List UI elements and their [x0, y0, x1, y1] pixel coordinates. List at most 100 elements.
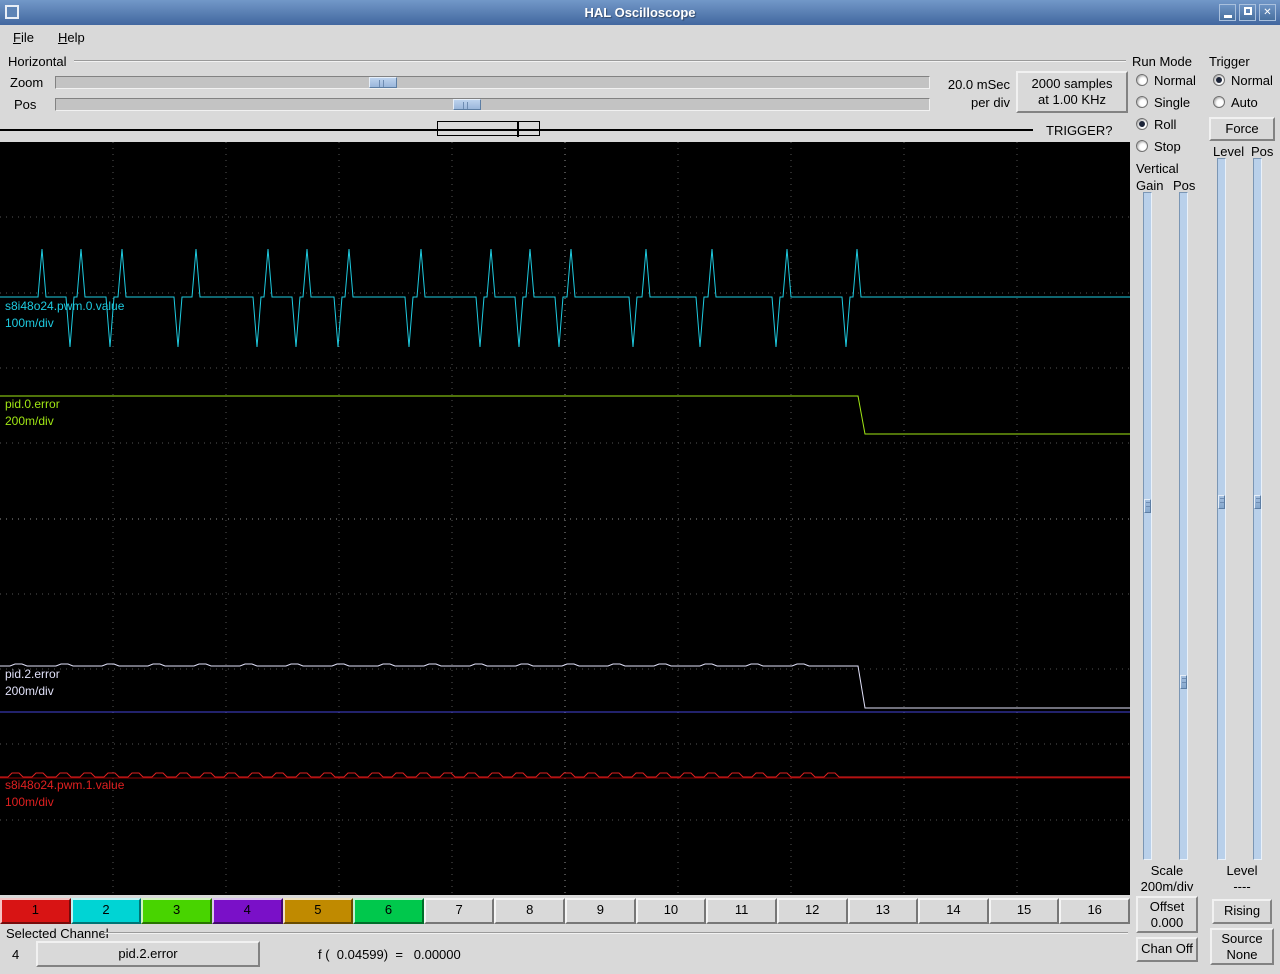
radio-indicator	[1136, 118, 1148, 130]
record-length-button[interactable]: 2000 samples at 1.00 KHz	[1016, 71, 1128, 113]
trigger-pos-slider[interactable]	[1253, 158, 1262, 860]
trigger-position-bar[interactable]	[0, 121, 1033, 138]
radio-indicator	[1136, 96, 1148, 108]
channel-button-3[interactable]: 3	[141, 898, 212, 924]
cursor-readout: f ( 0.04599) = 0.00000	[318, 947, 461, 962]
selected-channel-rule	[104, 932, 1128, 934]
channel-button-4[interactable]: 4	[211, 898, 283, 924]
trigger-mode-normal[interactable]: Normal	[1213, 69, 1273, 91]
rising-button[interactable]: Rising	[1212, 899, 1272, 924]
svg-text:s8i48o24.pwm.0.value: s8i48o24.pwm.0.value	[5, 299, 125, 313]
channel-button-16[interactable]: 16	[1059, 898, 1130, 924]
channel-button-row: 1 2 3 4 5 6 7 8 9 10 11 12 13 14 15 16	[0, 898, 1130, 924]
channel-button-5[interactable]: 5	[282, 898, 354, 924]
maximize-icon[interactable]	[1239, 4, 1256, 21]
trigger-point-line[interactable]	[517, 121, 519, 137]
selected-channel-name-button[interactable]: pid.2.error	[36, 941, 260, 967]
horizontal-pos-slider[interactable]	[55, 98, 930, 111]
channel-button-2[interactable]: 2	[70, 898, 142, 924]
scale-label: Scale	[1150, 863, 1184, 878]
selected-channel-group-label: Selected Channel	[6, 926, 109, 941]
horizontal-group-rule	[74, 60, 1126, 62]
horizontal-group-label: Horizontal	[8, 54, 67, 69]
zoom-slider[interactable]	[55, 76, 930, 89]
zoom-label: Zoom	[10, 75, 44, 90]
menu-help[interactable]: Help	[49, 27, 94, 48]
radio-label: Normal	[1231, 72, 1273, 88]
trigger-level-slider-handle[interactable]	[1218, 495, 1225, 509]
trigger-level-col-label: Level	[1213, 144, 1245, 159]
channel-button-9[interactable]: 9	[565, 898, 636, 924]
vertical-group-label: Vertical	[1136, 161, 1179, 176]
offset-label: Offset	[1149, 899, 1185, 914]
window-title: HAL Oscilloscope	[584, 5, 696, 20]
svg-text:pid.0.error: pid.0.error	[5, 397, 60, 411]
horizontal-pos-slider-handle[interactable]	[453, 99, 481, 110]
offset-button[interactable]: Offset 0.000	[1136, 896, 1198, 933]
radio-label: Auto	[1231, 94, 1258, 110]
radio-label: Single	[1154, 94, 1191, 110]
vertical-gain-slider-handle[interactable]	[1144, 499, 1151, 513]
trigger-mode-radios: Normal Auto	[1213, 69, 1273, 113]
radio-indicator	[1136, 140, 1148, 152]
run-mode-normal[interactable]: Normal	[1136, 69, 1196, 91]
title-bar[interactable]: HAL Oscilloscope ✕	[0, 0, 1280, 25]
vertical-pos-slider[interactable]	[1179, 192, 1188, 860]
run-mode-single[interactable]: Single	[1136, 91, 1196, 113]
trigger-pos-col-label: Pos	[1251, 144, 1274, 159]
selected-channel-number: 4	[12, 947, 20, 962]
source-value: None	[1226, 947, 1258, 962]
trigger-level-slider[interactable]	[1217, 158, 1226, 860]
zoom-slider-handle[interactable]	[369, 77, 397, 88]
minimize-icon[interactable]	[1219, 4, 1236, 21]
radio-indicator	[1213, 96, 1225, 108]
offset-value: 0.000	[1150, 915, 1184, 930]
time-per-div-unit: per div	[970, 95, 1010, 110]
svg-text:200m/div: 200m/div	[5, 684, 54, 698]
window-icon	[5, 5, 19, 19]
trigger-pos-slider-handle[interactable]	[1254, 495, 1261, 509]
svg-text:s8i48o24.pwm.1.value: s8i48o24.pwm.1.value	[5, 778, 125, 792]
channel-button-10[interactable]: 10	[635, 898, 707, 924]
channel-button-7[interactable]: 7	[423, 898, 495, 924]
svg-text:100m/div: 100m/div	[5, 795, 54, 809]
scope-display: s8i48o24.pwm.0.value 100m/div pid.0.error 2…	[0, 142, 1130, 895]
radio-label: Stop	[1154, 138, 1181, 154]
run-mode-stop[interactable]: Stop	[1136, 135, 1196, 157]
record-samples-text: 2000 samples	[1031, 76, 1113, 91]
channel-button-8[interactable]: 8	[494, 898, 565, 924]
menu-file[interactable]: File	[4, 27, 43, 48]
radio-indicator	[1136, 74, 1148, 86]
trigger-level-value: ----	[1233, 879, 1251, 894]
horizontal-pos-label: Pos	[14, 97, 37, 112]
force-button[interactable]: Force	[1209, 117, 1275, 141]
visible-window-box[interactable]	[437, 121, 540, 136]
chan-off-button[interactable]: Chan Off	[1136, 937, 1198, 962]
channel-button-13[interactable]: 13	[847, 898, 919, 924]
close-icon[interactable]: ✕	[1259, 4, 1276, 21]
run-mode-roll[interactable]: Roll	[1136, 113, 1196, 135]
scale-value: 200m/div	[1140, 879, 1194, 894]
time-per-div-value: 20.0 mSec	[947, 77, 1010, 92]
source-label: Source	[1221, 931, 1263, 946]
channel-button-1[interactable]: 1	[0, 898, 71, 924]
trigger-source-button[interactable]: Source None	[1210, 928, 1274, 965]
vertical-gain-slider[interactable]	[1143, 192, 1152, 860]
vertical-pos-slider-handle[interactable]	[1180, 675, 1187, 689]
menu-bar: File Help	[0, 25, 1280, 50]
trigger-level-label: Level	[1226, 863, 1258, 878]
radio-label: Roll	[1154, 116, 1177, 132]
vertical-pos-label: Pos	[1173, 178, 1196, 193]
record-rate-text: at 1.00 KHz	[1038, 92, 1106, 107]
scope-canvas: s8i48o24.pwm.0.value 100m/div pid.0.error 2…	[0, 142, 1130, 895]
halscope-window: HAL Oscilloscope ✕ File Help Horizontal …	[0, 0, 1280, 974]
channel-button-14[interactable]: 14	[918, 898, 989, 924]
channel-button-15[interactable]: 15	[988, 898, 1060, 924]
channel-button-11[interactable]: 11	[706, 898, 777, 924]
radio-indicator	[1213, 74, 1225, 86]
svg-text:100m/div: 100m/div	[5, 316, 54, 330]
trigger-mode-auto[interactable]: Auto	[1213, 91, 1273, 113]
channel-button-12[interactable]: 12	[776, 898, 848, 924]
channel-button-6[interactable]: 6	[353, 898, 424, 924]
trigger-group-label: Trigger	[1209, 54, 1250, 69]
